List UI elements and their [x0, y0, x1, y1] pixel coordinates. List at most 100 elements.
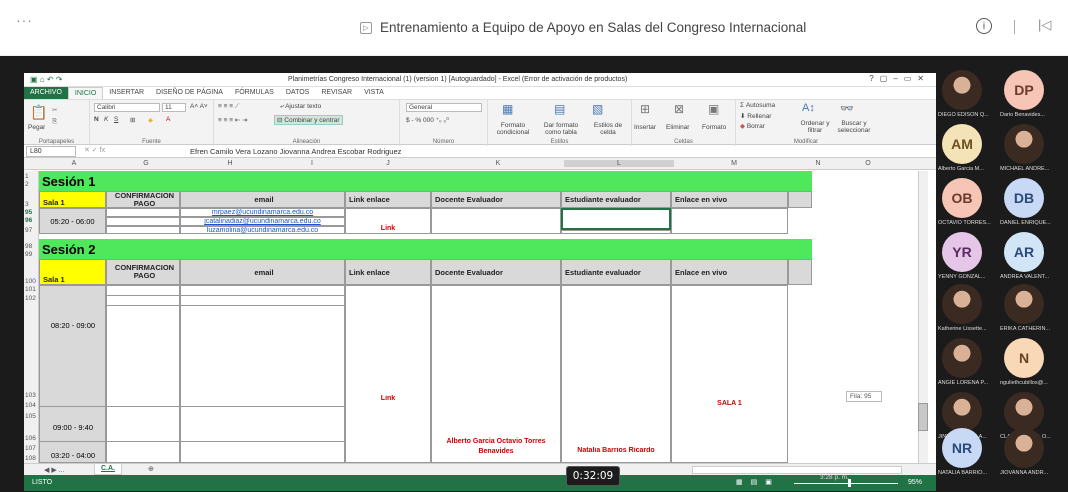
header-link-enlace[interactable]: Link enlace: [345, 191, 431, 208]
tab-archivo[interactable]: ARCHIVO: [24, 87, 68, 99]
header-docente[interactable]: Docente Evaluador: [431, 191, 561, 208]
collapse-panel-icon[interactable]: |◁: [1038, 17, 1051, 33]
italic-icon[interactable]: K: [104, 116, 108, 123]
header-confirmacion-pago[interactable]: CONFIRMACION PAGO: [106, 191, 180, 208]
column-j[interactable]: J: [378, 160, 398, 167]
time-slot[interactable]: 03:20 - 04:00: [42, 451, 104, 460]
find-select-button[interactable]: Buscar y seleccionar: [832, 120, 876, 134]
participant-photo[interactable]: [942, 70, 982, 110]
sheet-tab-ca[interactable]: C.A.: [94, 464, 122, 475]
copy-icon[interactable]: ⎘: [52, 118, 57, 126]
email-link[interactable]: luzamolina@ucundinamarca.edu.co: [180, 226, 345, 234]
header-estudiante[interactable]: Estudiante evaluador: [561, 259, 671, 285]
participant-photo[interactable]: [942, 338, 982, 378]
clear-button[interactable]: ◆ Borrar: [740, 122, 765, 130]
column-m[interactable]: M: [724, 160, 744, 167]
link-column[interactable]: [345, 285, 431, 463]
header-enlace-vivo[interactable]: Enlace en vivo: [671, 191, 788, 208]
font-name-select[interactable]: Calibri: [94, 103, 160, 112]
tab-insertar[interactable]: INSERTAR: [103, 87, 150, 99]
blank-header[interactable]: [788, 259, 812, 285]
tab-diseno[interactable]: DISEÑO DE PÁGINA: [150, 87, 229, 99]
docente-name[interactable]: Alberto Garcia Octavio Torres Benavides: [436, 437, 556, 457]
conditional-format-button[interactable]: Formato condicional: [490, 122, 536, 136]
format-button[interactable]: Formato: [702, 124, 726, 131]
add-sheet-icon[interactable]: ⊕: [148, 465, 154, 473]
email-column[interactable]: [180, 285, 345, 463]
participant-avatar[interactable]: N: [1004, 338, 1044, 378]
sala-label[interactable]: Sala 1: [39, 191, 106, 208]
underline-icon[interactable]: S: [114, 116, 118, 123]
column-n[interactable]: N: [808, 160, 828, 167]
cut-icon[interactable]: ✂: [52, 106, 57, 114]
wrap-text-button[interactable]: ⤶ Ajustar texto: [280, 103, 321, 111]
paste-icon[interactable]: 📋: [30, 104, 47, 121]
session-2-title[interactable]: Sesión 2: [39, 239, 812, 259]
cell-styles-button[interactable]: Estilos de celda: [586, 122, 630, 136]
session-1-title[interactable]: Sesión 1: [39, 171, 812, 191]
formula-input[interactable]: Efren Camilo Vera Lozano Jiovanna Andrea…: [190, 147, 401, 156]
zoom-slider[interactable]: [794, 483, 898, 484]
pago-cell[interactable]: [106, 217, 180, 226]
estudiante-name[interactable]: Natalia Barrios Ricardo: [564, 447, 668, 454]
estudiante-cell[interactable]: [561, 230, 671, 234]
participant-avatar[interactable]: DP: [1004, 70, 1044, 110]
align-icons[interactable]: ≡ ≡ ≡ ⟋: [218, 103, 239, 111]
participant-photo[interactable]: [1004, 284, 1044, 324]
participant-avatar[interactable]: YR: [942, 232, 982, 272]
bold-icon[interactable]: N: [94, 116, 99, 123]
sheet-nav-arrows[interactable]: ◀ ▶ ...: [44, 466, 65, 474]
header-confirmacion-pago[interactable]: CONFIRMACION PAGO: [106, 259, 180, 285]
time-slot[interactable]: 05:20 - 06:00: [39, 208, 106, 234]
time-slot[interactable]: 09:00 - 9:40: [42, 423, 104, 432]
sala-label[interactable]: Sala 1: [39, 259, 106, 285]
participant-photo[interactable]: [1004, 392, 1044, 432]
insert-button[interactable]: Insertar: [634, 124, 656, 131]
header-docente[interactable]: Docente Evaluador: [431, 259, 561, 285]
fill-button[interactable]: ⬇ Rellenar: [740, 112, 771, 120]
header-email[interactable]: email: [180, 259, 345, 285]
sala-1-label[interactable]: SALA 1: [671, 400, 788, 407]
tab-datos[interactable]: DATOS: [280, 87, 315, 99]
column-g[interactable]: G: [136, 160, 156, 167]
header-email[interactable]: email: [180, 191, 345, 208]
font-size-select[interactable]: 11: [162, 103, 186, 112]
column-h[interactable]: H: [220, 160, 240, 167]
delete-button[interactable]: Eliminar: [666, 124, 689, 131]
header-link-enlace[interactable]: Link enlace: [345, 259, 431, 285]
fill-color-icon[interactable]: ◈: [148, 116, 153, 124]
participant-avatar[interactable]: NR: [942, 428, 982, 468]
tab-formulas[interactable]: FÓRMULAS: [229, 87, 280, 99]
grow-font-icon[interactable]: A˄ A˅: [190, 103, 208, 110]
paste-button[interactable]: Pegar: [28, 124, 45, 131]
participant-photo[interactable]: [1004, 124, 1044, 164]
spreadsheet-grid[interactable]: 1 2 3 95 96 97 98 99 100 101 102 103 104…: [24, 171, 936, 463]
participant-avatar[interactable]: AR: [1004, 232, 1044, 272]
selected-cell[interactable]: [561, 208, 671, 230]
font-color-icon[interactable]: A: [166, 116, 170, 123]
autosum-button[interactable]: Σ Autosuma: [740, 102, 775, 109]
participant-photo[interactable]: [942, 392, 982, 432]
pago-column[interactable]: [106, 285, 180, 463]
window-controls[interactable]: ?▢–▭✕: [869, 74, 930, 83]
view-mode-icons[interactable]: ▦▤▣: [736, 478, 780, 486]
pago-cell[interactable]: [106, 208, 180, 217]
docente-cell[interactable]: [431, 208, 561, 234]
pago-cell[interactable]: [106, 226, 180, 234]
format-as-table-button[interactable]: Dar formato como tabla: [538, 122, 584, 136]
tab-inicio[interactable]: INICIO: [67, 87, 104, 99]
name-box[interactable]: L80: [26, 146, 76, 157]
header-estudiante[interactable]: Estudiante evaluador: [561, 191, 671, 208]
column-a[interactable]: A: [64, 160, 84, 167]
more-options-icon[interactable]: ···: [16, 12, 33, 28]
tab-revisar[interactable]: REVISAR: [315, 87, 358, 99]
quick-access-toolbar[interactable]: ▣ ⌂ ↶ ↷: [30, 75, 62, 84]
horizontal-scrollbar[interactable]: [692, 466, 902, 474]
email-link[interactable]: jcatalinadiaz@ucundinamarca.edu.co: [180, 217, 345, 226]
sort-filter-button[interactable]: Ordenar y filtrar: [796, 120, 834, 134]
participant-avatar[interactable]: AM: [942, 124, 982, 164]
vivo-cell[interactable]: [671, 208, 788, 234]
time-slot[interactable]: 08:20 - 09:00: [42, 321, 104, 330]
info-icon[interactable]: i: [976, 18, 992, 34]
number-format-icons[interactable]: $ - % 000 ⁺₀ ₀⁰: [406, 116, 449, 124]
